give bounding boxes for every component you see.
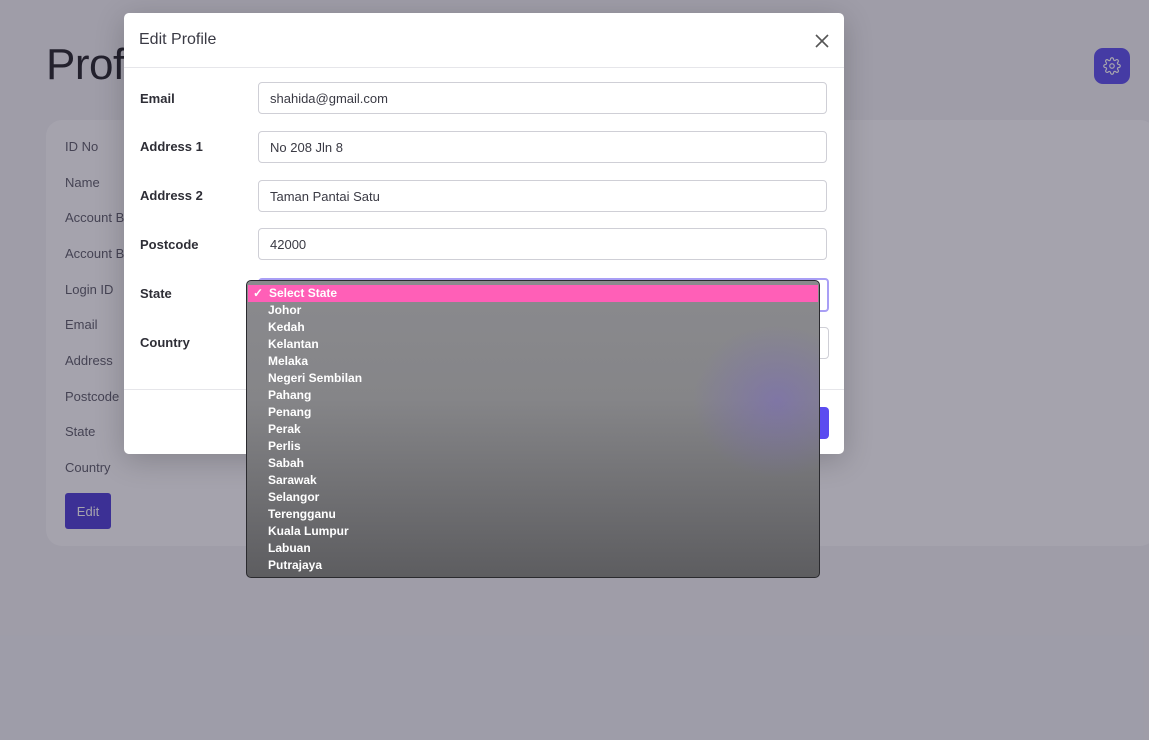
email-label: Email	[140, 91, 175, 106]
checkmark-icon: ✓	[253, 286, 264, 300]
state-option[interactable]: Selangor	[247, 489, 819, 506]
email-field[interactable]	[258, 82, 827, 114]
state-option[interactable]: Kedah	[247, 319, 819, 336]
country-label: Country	[140, 335, 190, 350]
state-option[interactable]: Penang	[247, 404, 819, 421]
modal-header: Edit Profile	[124, 13, 844, 68]
postcode-field[interactable]	[258, 228, 827, 260]
state-option[interactable]: Sabah	[247, 455, 819, 472]
address2-label: Address 2	[140, 188, 203, 203]
state-option[interactable]: Putrajaya	[247, 557, 819, 574]
state-option[interactable]: Terengganu	[247, 506, 819, 523]
state-option[interactable]: Perak	[247, 421, 819, 438]
postcode-label: Postcode	[140, 237, 199, 252]
address2-field[interactable]	[258, 180, 827, 212]
state-option[interactable]: Kuala Lumpur	[247, 523, 819, 540]
state-label: State	[140, 286, 172, 301]
state-dropdown-list: ✓ Select State Johor Kedah Kelantan Mela…	[246, 280, 820, 578]
state-option[interactable]: Kelantan	[247, 336, 819, 353]
state-option[interactable]: Negeri Sembilan	[247, 370, 819, 387]
state-option[interactable]: Pahang	[247, 387, 819, 404]
state-option-label: Select State	[269, 286, 338, 300]
state-option[interactable]: Sarawak	[247, 472, 819, 489]
state-option[interactable]: ✓ Select State	[248, 285, 818, 302]
close-icon	[815, 34, 829, 48]
address1-field[interactable]	[258, 131, 827, 163]
state-option[interactable]: Labuan	[247, 540, 819, 557]
close-button[interactable]	[812, 31, 832, 51]
state-option[interactable]: Johor	[247, 302, 819, 319]
modal-title: Edit Profile	[139, 31, 217, 48]
state-option[interactable]: Perlis	[247, 438, 819, 455]
state-option[interactable]: Melaka	[247, 353, 819, 370]
address1-label: Address 1	[140, 139, 203, 154]
